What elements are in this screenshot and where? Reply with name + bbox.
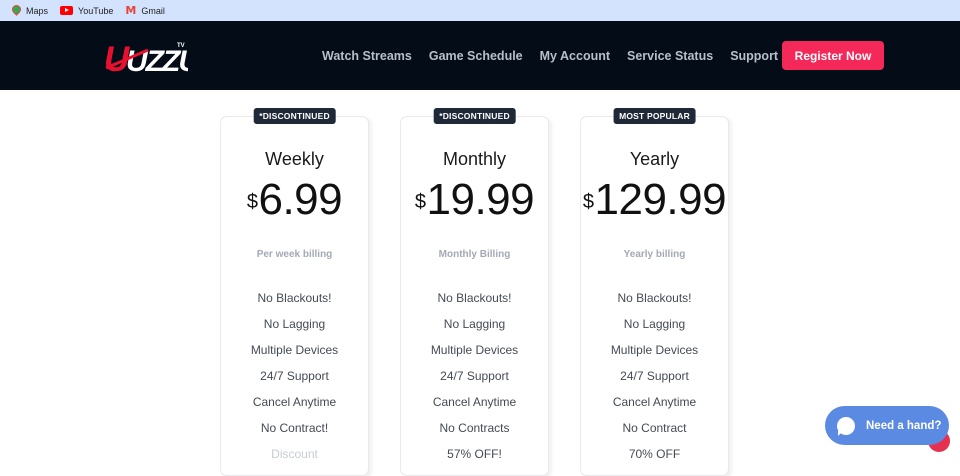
feature-item: Cancel Anytime	[612, 395, 697, 409]
feature-item: Multiple Devices	[430, 343, 519, 357]
price-amount: 129.99	[594, 175, 727, 224]
currency-symbol: $	[414, 191, 426, 213]
register-now-button[interactable]: Register Now	[782, 41, 884, 70]
plan-price: $6.99	[221, 177, 368, 223]
logo-text: UZZU	[126, 45, 188, 76]
billing-period: Per week billing	[256, 249, 333, 260]
nav-watch-streams[interactable]: Watch Streams	[322, 49, 412, 63]
need-a-hand-chat-button[interactable]: Need a hand?	[825, 406, 949, 445]
feature-item: No Lagging	[623, 317, 686, 331]
maps-icon	[10, 5, 21, 16]
plan-price: $19.99	[401, 177, 548, 223]
billing-period: Yearly billing	[623, 249, 686, 260]
nav-my-account[interactable]: My Account	[540, 49, 610, 63]
feature-item: No Lagging	[443, 317, 506, 331]
feature-item: Cancel Anytime	[432, 395, 517, 409]
feature-item: No Blackouts!	[437, 291, 512, 305]
feature-item: 70% OFF	[628, 447, 681, 461]
feature-list: No Blackouts! No Lagging Multiple Device…	[401, 285, 548, 467]
feature-item: No Lagging	[263, 317, 326, 331]
plan-name: Weekly	[265, 149, 324, 169]
feature-item: No Contract	[622, 421, 687, 435]
price-amount: 6.99	[258, 175, 343, 224]
feature-item: 24/7 Support	[620, 369, 689, 383]
feature-item: Cancel Anytime	[252, 395, 337, 409]
currency-symbol: $	[582, 191, 594, 213]
feature-item: Discount	[271, 447, 318, 461]
youtube-icon	[60, 6, 74, 15]
bookmark-youtube[interactable]: YouTube	[60, 6, 113, 16]
feature-item: No Blackouts!	[257, 291, 332, 305]
plan-card-yearly: MOST POPULAR Yearly $129.99 Yearly billi…	[580, 108, 729, 476]
nav-support[interactable]: Support	[730, 49, 778, 63]
feature-item: 57% OFF!	[447, 447, 502, 461]
feature-item: No Blackouts!	[617, 291, 692, 305]
uzzu-logo[interactable]: U UZZU TV	[104, 38, 188, 76]
plan-badge: *DISCONTINUED	[253, 108, 336, 124]
feature-item: Multiple Devices	[250, 343, 339, 357]
chat-label: Need a hand?	[866, 419, 942, 432]
logo-suffix: TV	[177, 43, 185, 49]
currency-symbol: $	[246, 191, 258, 213]
chat-bubble-icon	[837, 416, 855, 436]
plan-card-monthly: *DISCONTINUED Monthly $19.99 Monthly Bil…	[400, 108, 549, 476]
site-header: U UZZU TV Watch Streams Game Schedule My…	[0, 21, 960, 90]
feature-list: No Blackouts! No Lagging Multiple Device…	[221, 285, 368, 467]
feature-item: Multiple Devices	[610, 343, 699, 357]
plan-card-weekly: *DISCONTINUED Weekly $6.99 Per week bill…	[220, 108, 369, 476]
bookmark-maps[interactable]: Maps	[10, 5, 48, 16]
plan-badge: MOST POPULAR	[613, 108, 696, 124]
plan-name: Monthly	[442, 149, 507, 169]
billing-period: Monthly Billing	[438, 249, 511, 260]
feature-item: 24/7 Support	[260, 369, 329, 383]
feature-list: No Blackouts! No Lagging Multiple Device…	[581, 285, 728, 467]
plan-name: Yearly	[629, 149, 680, 169]
bookmark-label: YouTube	[78, 5, 114, 16]
price-amount: 19.99	[426, 175, 535, 224]
main-nav: Watch Streams Game Schedule My Account S…	[322, 21, 795, 90]
bookmark-label: Gmail	[141, 5, 165, 16]
feature-item: No Contracts	[439, 421, 510, 435]
bookmark-gmail[interactable]: Gmail	[125, 4, 165, 17]
feature-item: 24/7 Support	[440, 369, 509, 383]
plan-price: $129.99	[581, 177, 728, 223]
plan-badge: *DISCONTINUED	[433, 108, 516, 124]
bookmark-label: Maps	[26, 5, 49, 16]
gmail-icon	[125, 4, 136, 17]
feature-item: No Contract!	[260, 421, 329, 435]
bookmarks-bar: Maps YouTube Gmail	[0, 0, 960, 21]
nav-game-schedule[interactable]: Game Schedule	[429, 49, 523, 63]
nav-service-status[interactable]: Service Status	[627, 49, 713, 63]
